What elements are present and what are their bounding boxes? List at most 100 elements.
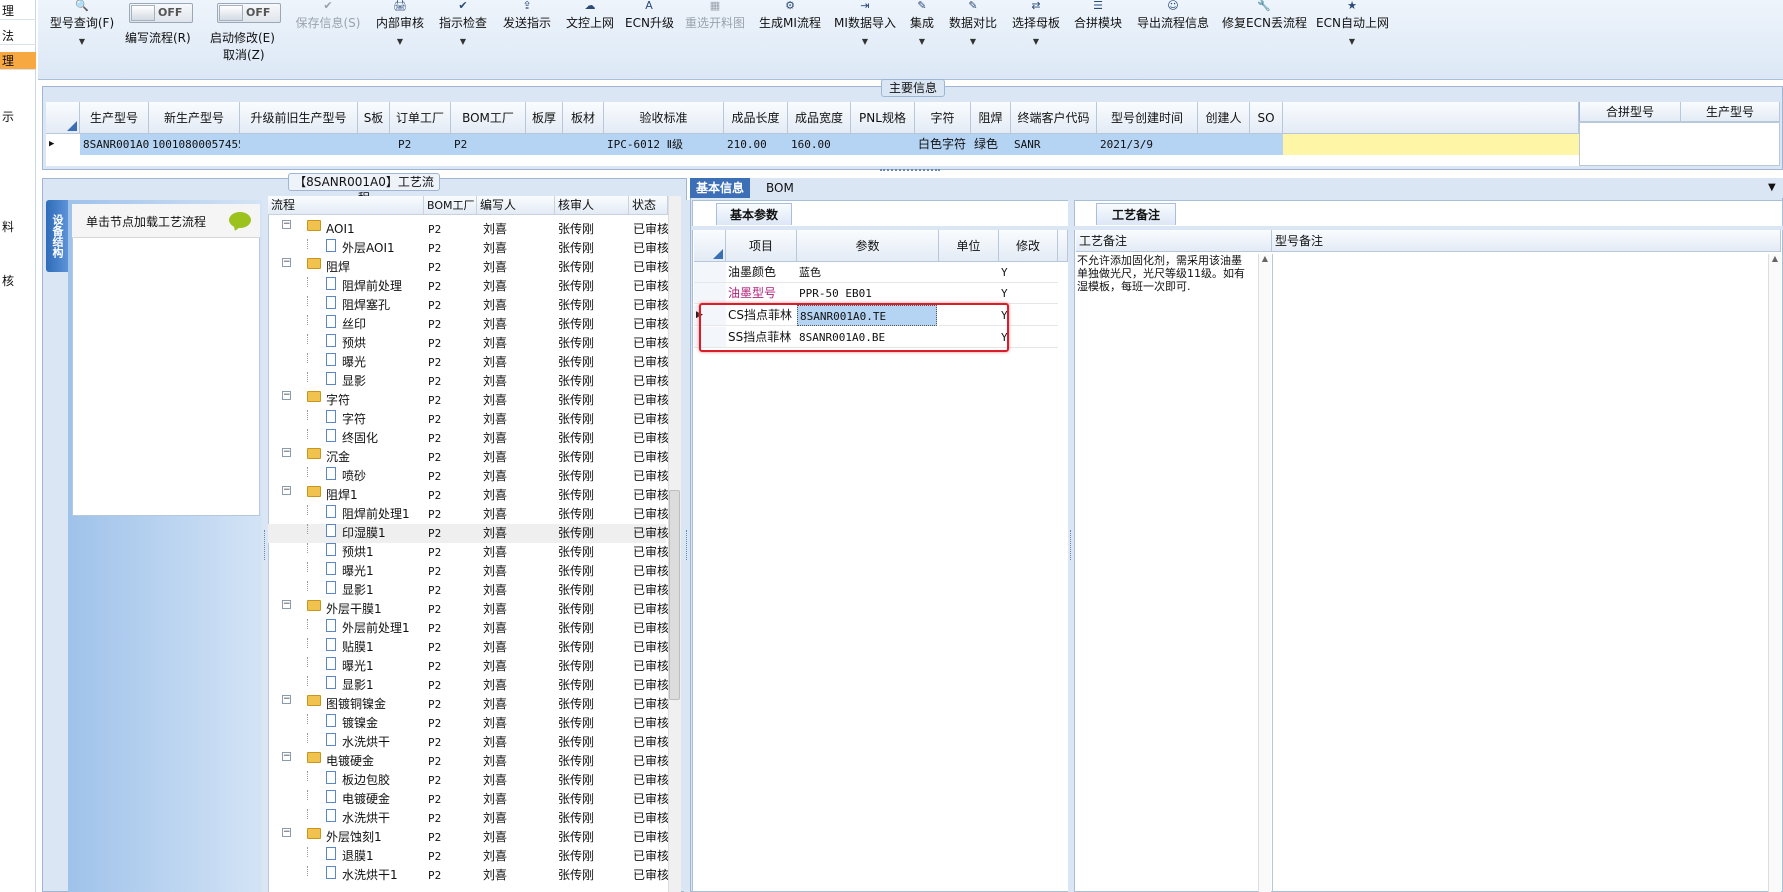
column-header[interactable]: 板厚 [526,102,563,134]
new-model-cell[interactable]: 10010800057455 [149,134,240,155]
param-value-cell[interactable]: PPR-50 EB01 [797,283,939,304]
process-row[interactable]: 字符 P2 刘喜 张传刚 已审核 [268,410,668,429]
param-modify-cell[interactable]: Y [999,262,1058,283]
width-cell[interactable]: 160.00 [788,134,915,155]
collapse-icon[interactable]: − [282,258,291,267]
param-value-cell[interactable]: 蓝色 [797,262,939,283]
collapse-icon[interactable]: − [282,448,291,457]
process-row[interactable]: 阻焊前处理 P2 刘喜 张传刚 已审核 [268,277,668,296]
integrate-button[interactable]: ✎ 集成 ▼ [906,0,938,52]
left-nav-item-selected[interactable]: 理 [0,52,36,70]
length-cell[interactable]: 210.00 [724,134,788,155]
save-info-button[interactable]: ✔ 保存信息(S) [292,0,364,32]
highlight-cell[interactable] [1283,134,1579,155]
basic-params-title[interactable]: 基本参数 [716,203,792,225]
param-header-modify[interactable]: 修改 [999,230,1058,262]
old-model-cell[interactable] [240,134,390,155]
process-row[interactable]: 水洗烘干 P2 刘喜 张传刚 已审核 [268,733,668,752]
note-header-process[interactable]: 工艺备注 [1076,230,1272,252]
char-cell[interactable]: 白色字符 [915,134,971,155]
process-row[interactable]: 显影1 P2 刘喜 张传刚 已审核 [268,676,668,695]
collapse-icon[interactable]: − [282,752,291,761]
param-item-cell[interactable]: 油墨型号 [726,283,797,304]
process-row[interactable]: − 阻焊 P2 刘喜 张传刚 已审核 [268,258,668,277]
process-row[interactable]: 喷砂 P2 刘喜 张传刚 已审核 [268,467,668,486]
column-header[interactable]: 生产型号 [80,102,149,134]
send-instruction-button[interactable]: ⇪ 发送指示 [501,0,553,32]
process-row[interactable]: 外层前处理1 P2 刘喜 张传刚 已审核 [268,619,668,638]
tab-bom[interactable]: BOM [760,178,800,198]
column-header[interactable]: 成品长度 [724,102,788,134]
process-row[interactable]: 印湿膜1 P2 刘喜 张传刚 已审核 [268,524,668,543]
process-row[interactable]: 外层AOI1 P2 刘喜 张传刚 已审核 [268,239,668,258]
column-header[interactable]: 型号创建时间 [1097,102,1198,134]
column-header[interactable]: 板材 [563,102,604,134]
mi-import-button[interactable]: ⇥ MI数据导入 ▼ [833,0,897,52]
splitter-grip[interactable] [880,169,940,174]
reselect-cutting-button[interactable]: ▦ 重选开料图 [683,0,747,32]
process-row[interactable]: 曝光1 P2 刘喜 张传刚 已审核 [268,657,668,676]
ecn-upgrade-button[interactable]: A ECN升级 [625,0,674,32]
edit-flow-toggle[interactable]: OFF [129,3,193,23]
process-row[interactable]: 水洗烘干 P2 刘喜 张传刚 已审核 [268,809,668,828]
process-row[interactable]: 镀镍金 P2 刘喜 张传刚 已审核 [268,714,668,733]
creator-cell[interactable] [1198,134,1283,155]
left-nav-item[interactable]: 理 [0,2,36,20]
process-row[interactable]: 曝光 P2 刘喜 张传刚 已审核 [268,353,668,372]
column-header[interactable]: 新生产型号 [149,102,240,134]
merge-prod-model-header[interactable]: 生产型号 [1681,102,1780,122]
process-row[interactable]: − 图镀铜镍金 P2 刘喜 张传刚 已审核 [268,695,668,714]
process-note-text[interactable]: 不允许添加固化剂，需采用该油墨单独做光尺，光尺等级11级。如有湿模板，每班一次即… [1077,254,1247,293]
customer-cell[interactable]: SANR [1011,134,1097,155]
process-row[interactable]: − 沉金 P2 刘喜 张传刚 已审核 [268,448,668,467]
process-row[interactable]: 水洗烘干1 P2 刘喜 张传刚 已审核 [268,866,668,885]
prod-model-cell[interactable]: 8SANR001A0 [80,134,149,155]
column-header[interactable]: SO [1250,102,1283,134]
select-mother-board-button[interactable]: ⇄ 选择母板 ▼ [1010,0,1062,52]
device-structure-tab[interactable]: 设备结构 [46,200,68,272]
scrollbar-thumb[interactable] [669,490,680,700]
column-header[interactable]: 阻焊 [971,102,1011,134]
process-row[interactable]: 板边包胶 P2 刘喜 张传刚 已审核 [268,771,668,790]
bom-factory-cell[interactable]: P2 [451,134,604,155]
export-flow-button[interactable]: ☺ 导出流程信息 [1135,0,1211,32]
process-row[interactable]: − AOI1 P2 刘喜 张传刚 已审核 [268,220,668,239]
standard-cell[interactable]: IPC-6012 Ⅱ级 [604,134,724,155]
instruction-check-button[interactable]: ✔ 指示检查 ▼ [437,0,489,52]
generate-mi-button[interactable]: ⚙ 生成MI流程 [758,0,822,32]
column-header[interactable]: S板 [358,102,390,134]
param-item-cell[interactable]: 油墨颜色 [726,262,797,283]
ecn-auto-online-button[interactable]: ★ ECN自动上网 ▼ [1316,0,1389,52]
process-row[interactable]: − 外层蚀刻1 P2 刘喜 张传刚 已审核 [268,828,668,847]
column-header[interactable]: 升级前旧生产型号 [240,102,358,134]
param-unit-cell[interactable] [939,262,999,283]
process-notes-title[interactable]: 工艺备注 [1096,203,1176,225]
note-header-model[interactable]: 型号备注 [1272,230,1781,252]
process-row[interactable]: − 电镀硬金 P2 刘喜 张传刚 已审核 [268,752,668,771]
process-row[interactable]: − 字符 P2 刘喜 张传刚 已审核 [268,391,668,410]
process-row[interactable]: 终固化 P2 刘喜 张传刚 已审核 [268,429,668,448]
param-modify-cell[interactable]: Y [999,283,1058,304]
process-row[interactable]: 丝印 P2 刘喜 张传刚 已审核 [268,315,668,334]
collapse-icon[interactable]: − [282,486,291,495]
column-header-writer[interactable]: 编写人 [477,196,555,215]
left-nav-item[interactable]: 核 [0,272,36,290]
cancel-button[interactable]: 取消(Z) [223,46,265,63]
param-header-value[interactable]: 参数 [797,230,939,262]
process-row[interactable]: 阻焊前处理1 P2 刘喜 张传刚 已审核 [268,505,668,524]
process-row[interactable]: 预烘 P2 刘喜 张传刚 已审核 [268,334,668,353]
data-compare-button[interactable]: ✎ 数据对比 ▼ [947,0,999,52]
note-scrollbar[interactable]: ▲ [1258,254,1271,892]
process-row[interactable]: 电镀硬金 P2 刘喜 张传刚 已审核 [268,790,668,809]
left-nav-item[interactable]: 料 [0,218,36,236]
process-row[interactable]: 曝光1 P2 刘喜 张传刚 已审核 [268,562,668,581]
column-header[interactable]: BOM工厂 [451,102,526,134]
left-nav-item[interactable]: 示 [0,108,36,126]
column-header[interactable]: 字符 [915,102,971,134]
collapse-icon[interactable]: − [282,391,291,400]
doc-online-button[interactable]: ☁ 文控上网 [564,0,616,32]
column-header[interactable]: 成品宽度 [788,102,851,134]
merge-module-button[interactable]: ☰ 合拼模块 [1072,0,1124,32]
collapse-icon[interactable]: − [282,220,291,229]
left-nav-item[interactable]: 法 [0,27,36,45]
